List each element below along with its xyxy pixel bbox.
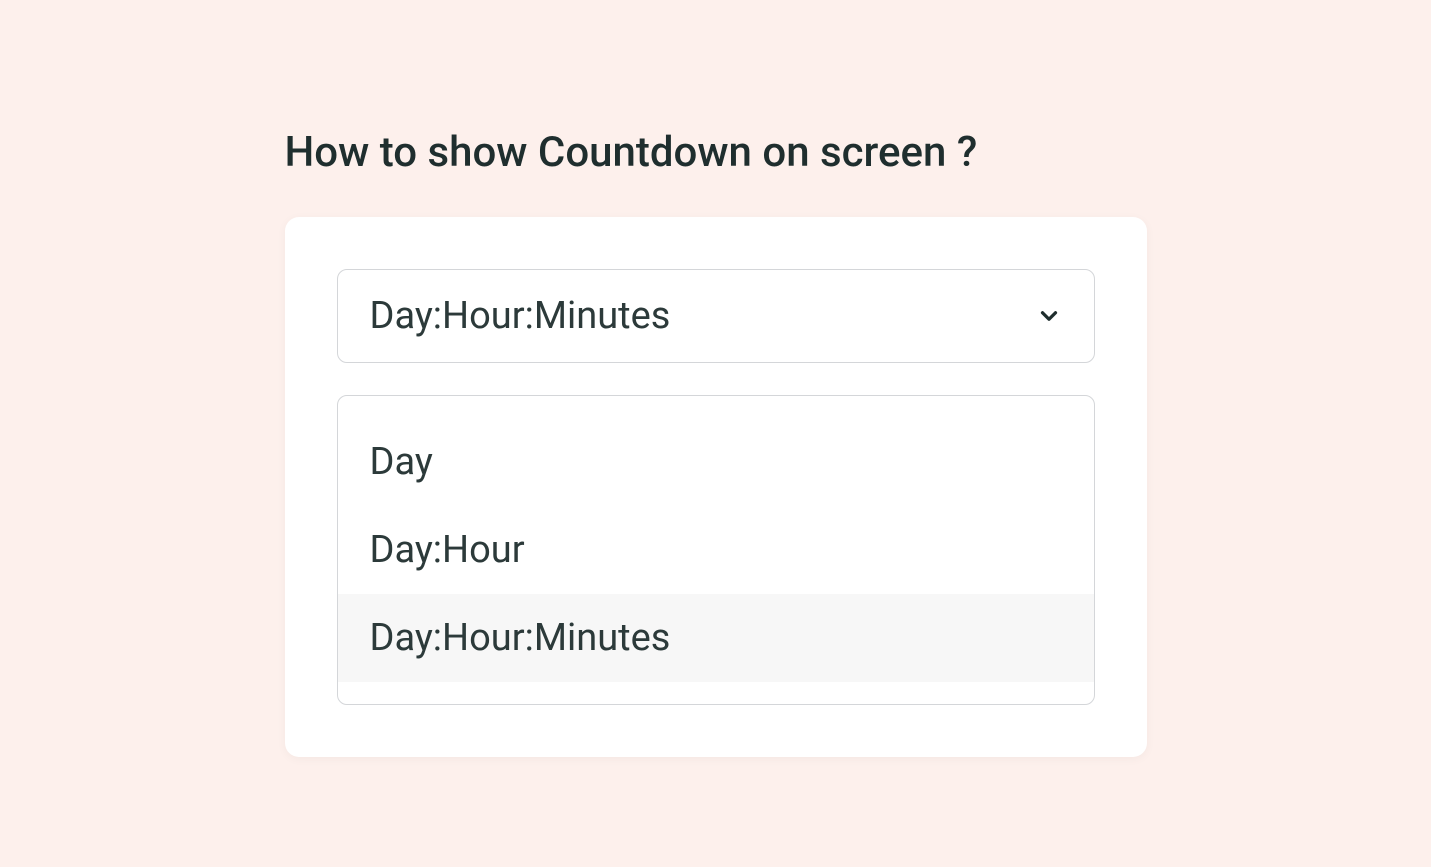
- countdown-format-select[interactable]: Day:Hour:Minutes: [337, 269, 1095, 363]
- chevron-down-icon: [1036, 303, 1062, 329]
- dropdown-panel: Day Day:Hour Day:Hour:Minutes: [337, 395, 1095, 705]
- dropdown-option-day-hour[interactable]: Day:Hour: [338, 506, 1094, 594]
- page-heading: How to show Countdown on screen ?: [285, 128, 1147, 177]
- select-value: Day:Hour:Minutes: [370, 294, 671, 338]
- dropdown-option-day[interactable]: Day: [338, 418, 1094, 506]
- dropdown-option-day-hour-minutes[interactable]: Day:Hour:Minutes: [338, 594, 1094, 682]
- card: Day:Hour:Minutes Day Day:Hour Day:Hour:M…: [285, 217, 1147, 757]
- form-container: How to show Countdown on screen ? Day:Ho…: [285, 128, 1147, 757]
